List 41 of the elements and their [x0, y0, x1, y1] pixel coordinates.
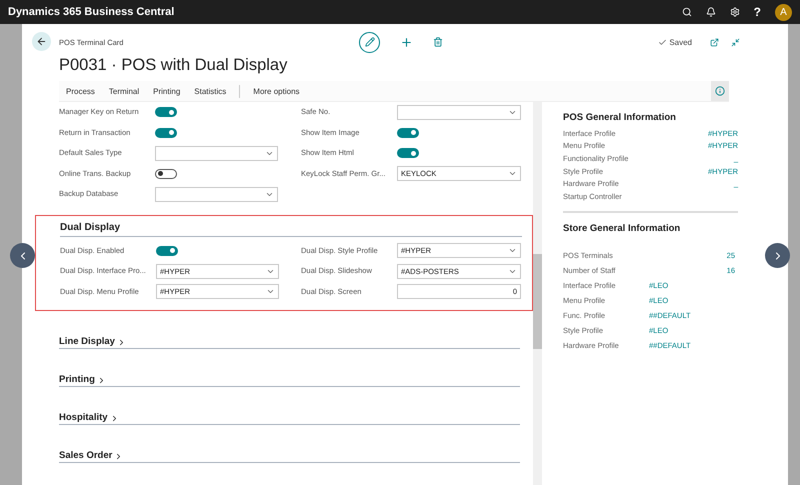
toggle-switch[interactable]	[397, 148, 419, 158]
info-button[interactable]	[711, 81, 729, 101]
settings-icon[interactable]	[730, 7, 740, 17]
toggle-switch[interactable]	[156, 246, 178, 256]
search-icon[interactable]	[682, 7, 692, 17]
section-header[interactable]: Line Display	[59, 327, 520, 349]
action-menu-item[interactable]: Terminal	[102, 86, 146, 96]
more-options-button[interactable]: More options	[246, 86, 307, 96]
section-header[interactable]: Sales Order	[59, 441, 520, 463]
edit-button[interactable]	[359, 32, 380, 52]
toggle-switch[interactable]	[397, 128, 419, 138]
dropdown-field[interactable]	[155, 186, 278, 202]
action-menu-item[interactable]: Printing	[146, 86, 188, 96]
info-icon	[715, 86, 725, 96]
dropdown-field[interactable]	[155, 146, 278, 161]
factbox-title: POS General Information	[563, 112, 677, 123]
dropdown-field[interactable]	[397, 104, 521, 120]
delete-button[interactable]	[433, 37, 443, 47]
add-button[interactable]	[400, 36, 413, 48]
toggle-switch[interactable]	[155, 168, 177, 179]
bell-icon[interactable]	[706, 7, 716, 17]
section-title: Dual Display	[60, 222, 522, 236]
page-title: P0031 · POS with Dual Display	[59, 56, 288, 75]
toggle-switch[interactable]	[155, 128, 177, 138]
pencil-icon	[364, 37, 374, 47]
saved-status: Saved	[658, 38, 692, 46]
checkmark-icon	[658, 38, 668, 46]
back-button[interactable]	[32, 32, 51, 51]
help-button[interactable]: ?	[754, 5, 761, 19]
previous-button[interactable]	[10, 243, 35, 268]
action-menu-item[interactable]: Process	[59, 86, 102, 96]
scrollbar[interactable]	[533, 102, 542, 485]
section-header[interactable]: Printing	[59, 365, 520, 387]
collapse-button[interactable]	[731, 38, 740, 46]
toggle-switch[interactable]	[155, 107, 177, 118]
section-header[interactable]: Hospitality	[59, 403, 520, 425]
app-title: Dynamics 365 Business Central	[8, 6, 176, 18]
factbox-title: Store General Information	[563, 222, 682, 234]
action-menu-item[interactable]: Statistics	[187, 86, 234, 96]
back-arrow-icon	[36, 36, 47, 47]
open-new-window-button[interactable]	[710, 38, 719, 46]
